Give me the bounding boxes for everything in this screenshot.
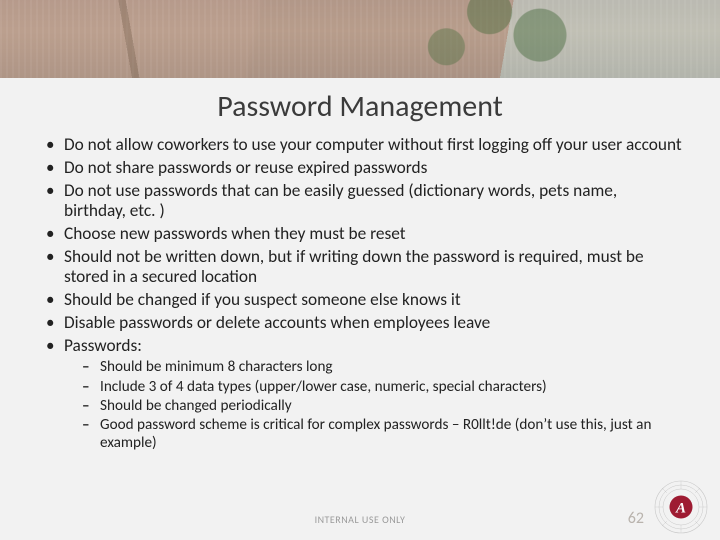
seal-letter: A — [675, 501, 686, 517]
sub-bullet-item: Should be changed periodically — [78, 398, 682, 416]
page-number: 62 — [628, 509, 644, 528]
sub-bullet-item: Include 3 of 4 data types (upper/lower c… — [78, 379, 682, 397]
bullet-item: Should not be written down, but if writi… — [38, 247, 682, 288]
bullet-item: Do not use passwords that can be easily … — [38, 181, 682, 222]
slide-body: Do not allow coworkers to use your compu… — [0, 135, 720, 453]
bullet-item: Do not share passwords or reuse expired … — [38, 158, 682, 178]
sub-bullet-item: Good password scheme is critical for com… — [78, 417, 682, 453]
header-banner-image — [0, 0, 720, 78]
sub-bullet-list: Should be minimum 8 characters long Incl… — [78, 359, 682, 453]
logo-seal-icon: A — [654, 480, 708, 534]
slide-title: Password Management — [0, 88, 720, 125]
sub-bullet-item: Should be minimum 8 characters long — [78, 359, 682, 377]
bullet-item: Disable passwords or delete accounts whe… — [38, 313, 682, 333]
bullet-item: Should be changed if you suspect someone… — [38, 290, 682, 310]
bullet-item: Do not allow coworkers to use your compu… — [38, 135, 682, 155]
bullet-list: Do not allow coworkers to use your compu… — [38, 135, 682, 357]
footer-classification: INTERNAL USE ONLY — [0, 513, 720, 526]
bullet-item: Choose new passwords when they must be r… — [38, 224, 682, 244]
bullet-item: Passwords: — [38, 336, 682, 356]
